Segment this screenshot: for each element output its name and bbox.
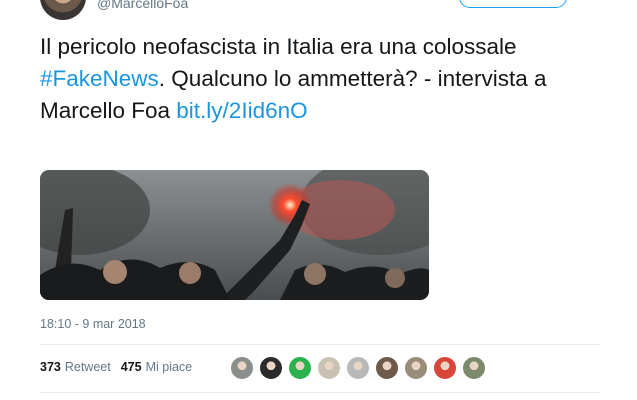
- liker-avatar-8[interactable]: [433, 356, 457, 380]
- divider-top: [40, 344, 600, 345]
- liker-avatar-7[interactable]: [404, 356, 428, 380]
- author-handle[interactable]: @MarcelloFoa: [97, 0, 188, 11]
- follow-button[interactable]: [459, 0, 567, 8]
- photo-head-3: [304, 263, 326, 285]
- photo-crowd: [40, 259, 230, 300]
- liker-avatar-3[interactable]: [288, 356, 312, 380]
- tweet-media-photo[interactable]: [40, 170, 429, 300]
- hashtag-link[interactable]: #FakeNews: [40, 66, 159, 91]
- retweets-stat[interactable]: 373 Retweet: [40, 360, 111, 374]
- liker-avatar-1[interactable]: [230, 356, 254, 380]
- likes-label: Mi piace: [145, 360, 193, 374]
- liker-avatar-9[interactable]: [462, 356, 486, 380]
- liker-avatar-5[interactable]: [346, 356, 370, 380]
- liker-avatar-4[interactable]: [317, 356, 341, 380]
- photo-head-4: [385, 268, 405, 288]
- engagement-stats: 373 Retweet 475 Mi piace: [40, 360, 192, 374]
- tweet-timestamp[interactable]: 18:10 - 9 mar 2018: [40, 317, 146, 331]
- tweet-text: Il pericolo neofascista in Italia era un…: [40, 31, 580, 127]
- photo-head-1: [103, 260, 127, 284]
- likes-count: 475: [120, 360, 142, 374]
- likes-stat[interactable]: 475 Mi piace: [121, 360, 192, 374]
- retweets-label: Retweet: [64, 360, 111, 374]
- liker-avatar-6[interactable]: [375, 356, 399, 380]
- divider-bottom: [40, 392, 600, 393]
- photo-head-2: [179, 262, 201, 284]
- url-link[interactable]: bit.ly/2Iid6nO: [176, 98, 307, 123]
- retweets-count: 373: [40, 360, 61, 374]
- liker-avatars: [230, 356, 486, 380]
- tweet-text-part1: Il pericolo neofascista in Italia era un…: [40, 34, 517, 59]
- author-avatar[interactable]: [40, 0, 86, 20]
- liker-avatar-2[interactable]: [259, 356, 283, 380]
